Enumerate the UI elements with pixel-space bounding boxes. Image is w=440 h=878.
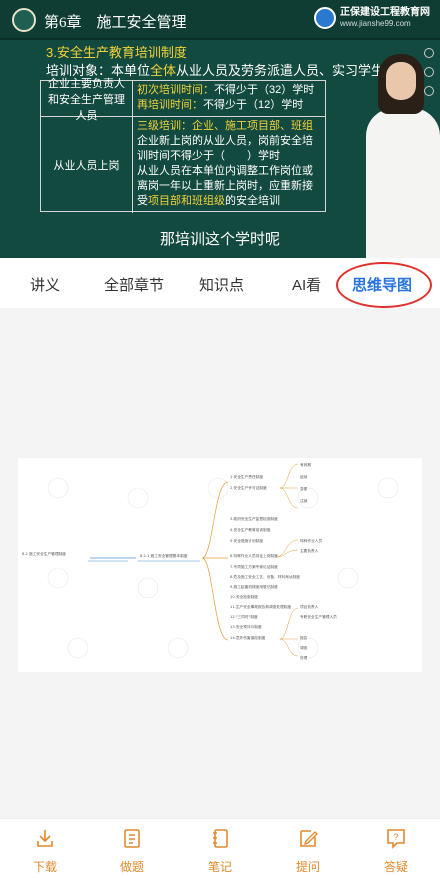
tab-ai-view[interactable]: AI看: [292, 274, 321, 295]
cell-text: 不得少于（12）学时: [203, 99, 304, 111]
brand-logo: 正保建设工程教育网 www.jianshe99.com: [314, 7, 430, 29]
chapter-title: 第6章 施工安全管理: [44, 15, 187, 31]
mind-map-branch: 13.安全预评价制度: [230, 624, 262, 629]
target-highlight: 全体: [150, 63, 177, 78]
nav-label: 提问: [295, 860, 320, 874]
mind-map-branch: 9.施工起重机械使用登记制度: [230, 584, 278, 589]
mind-map-branch: 10.安全检查制度: [230, 594, 258, 599]
table-row: 企业主要负责人和安全生产管理人员 初次培训时间：不得少于（32）学时 再培训时间…: [41, 78, 325, 122]
cell-text: 再培训时间：: [137, 99, 203, 111]
mind-map-root: 6.2 施工安全生产管理制度: [22, 551, 66, 556]
mind-map-leaf: 变更: [300, 486, 308, 491]
mind-map-leaf: 延续: [300, 474, 308, 479]
mind-map-branch: 5.安全措施计划制度: [230, 538, 263, 543]
mind-map-leaf: 主要负责人: [300, 548, 319, 553]
cell-text: 初次培训时间：: [137, 84, 214, 96]
chapter-logo-icon: [12, 8, 36, 32]
qa-button[interactable]: ? 答疑: [366, 827, 426, 875]
bottom-nav: 下载 做题 笔记 提问 ? 答疑: [0, 818, 440, 878]
mind-map-leaf: 特种作业人员: [300, 538, 322, 543]
brand-mark-icon: [314, 7, 336, 29]
nav-label: 做题: [119, 860, 144, 874]
download-icon: [37, 830, 53, 847]
tab-all-chapters[interactable]: 全部章节: [104, 274, 164, 295]
mind-map-branch: 6.特种作业人员持证上岗制度: [230, 553, 278, 558]
nav-label: 下载: [32, 860, 57, 874]
table-cell: 企业主要负责人和安全生产管理人员: [41, 78, 133, 122]
mind-map-branch: 8.危及施工安全工艺、设备、材料淘汰制度: [230, 574, 300, 579]
mind-map-branch: 14.意外伤害保险制度: [230, 635, 266, 640]
mind-map-branch: 2.安全生产许可证制度: [230, 485, 267, 490]
mind-map-branch: 4.安全生产教育培训制度: [230, 527, 271, 532]
cell-text: 的安全培训: [225, 195, 280, 207]
video-player[interactable]: 第6章 施工安全管理 正保建设工程教育网 www.jianshe99.com 3…: [0, 0, 440, 258]
nav-label: 答疑: [383, 860, 408, 874]
mind-map-branch: 7.专项施工方案专家论证制度: [230, 564, 278, 569]
mind-map-branch: 1.安全生产责任制度: [230, 474, 263, 479]
notes-button[interactable]: 笔记: [190, 827, 250, 875]
mind-map-center: 6.2.1 施工安全管理基本制度: [140, 553, 188, 558]
mind-map-leaf: 报告: [300, 635, 308, 640]
qa-icon: ?: [387, 829, 405, 849]
ask-button[interactable]: 提问: [278, 827, 338, 875]
ask-icon: [300, 830, 318, 847]
tab-handout[interactable]: 讲义: [30, 274, 60, 295]
table-row: 从业人员上岗 三级培训：企业、施工项目部、班组 企业新上岗的从业人员，岗前安全培…: [41, 117, 325, 213]
mind-map-branches: 1.安全生产责任制度 2.安全生产许可证制度 3.政府安全生产监督检查制度 4.…: [230, 474, 300, 640]
player-control-icon[interactable]: [424, 86, 434, 96]
table-cell: 初次培训时间：不得少于（32）学时 再培训时间：不得少于（12）学时: [135, 81, 325, 116]
mind-map-leaf: 项目负责人: [300, 604, 319, 609]
player-control-icon[interactable]: [424, 48, 434, 58]
mind-map-panel[interactable]: 6.2 施工安全生产管理制度 6.2.1 施工安全管理基本制度 1.安全生产责任…: [0, 310, 440, 818]
mind-map-branch: 3.政府安全生产监督检查制度: [230, 516, 278, 521]
mind-map-leaf: 注销: [300, 498, 308, 503]
practice-button[interactable]: 做题: [102, 827, 162, 875]
download-button[interactable]: 下载: [15, 827, 75, 875]
tab-highlight-ring: [336, 262, 432, 308]
slide-table: 企业主要负责人和安全生产管理人员 初次培训时间：不得少于（32）学时 再培训时间…: [40, 78, 326, 213]
tab-knowledge-points[interactable]: 知识点: [199, 274, 244, 295]
notes-icon: [213, 829, 228, 848]
cell-text: 不得少于（32）学时: [214, 84, 315, 96]
nav-label: 笔记: [207, 860, 232, 874]
table-cell: 三级培训：企业、施工项目部、班组 企业新上岗的从业人员，岗前安全培训时间不得少于…: [135, 117, 325, 213]
mind-map-leaf: 专职安全生产管理人员: [300, 614, 337, 619]
svg-text:?: ?: [393, 832, 398, 842]
cell-text: 企业新上岗的从业人员，岗前安全培训时间不得少于（ ）学时: [137, 135, 313, 162]
mind-map-leaf: 调查: [300, 645, 308, 650]
mind-map-leaf: 有效期: [300, 462, 311, 467]
brand-url: www.jianshe99.com: [340, 19, 411, 28]
mind-map-image[interactable]: 6.2 施工安全生产管理制度 6.2.1 施工安全管理基本制度 1.安全生产责任…: [18, 458, 422, 672]
target-suffix: 从业人员及劳务派遣人员、实习学生: [176, 63, 385, 78]
table-cell: 从业人员上岗: [41, 117, 133, 213]
slide-heading: 3.安全生产教育培训制度: [46, 45, 187, 60]
cell-text: 项目部和班组级: [148, 195, 225, 207]
cell-text: 三级培训：企业、施工项目部、班组: [137, 120, 313, 132]
mind-map-branch: 12."三同时"制度: [230, 614, 258, 619]
mind-map-leaf: 处理: [300, 655, 308, 660]
player-control-icon[interactable]: [424, 67, 434, 77]
brand-name: 正保建设工程教育网: [340, 7, 430, 18]
mind-map-leaves: 有效期 延续 变更 注销 特种作业人员 主要负责人 项目负责人 专职安全生产管理…: [300, 462, 337, 660]
slide-header: 第6章 施工安全管理 正保建设工程教育网 www.jianshe99.com: [0, 0, 440, 40]
player-side-controls[interactable]: [424, 48, 434, 105]
mind-map-branch: 11.生产安全事故报告和调查处理制度: [230, 604, 291, 609]
video-subtitle: 那培训这个学时呢: [159, 231, 280, 248]
practice-icon: [124, 829, 140, 848]
watermark-layer: [47, 477, 399, 659]
